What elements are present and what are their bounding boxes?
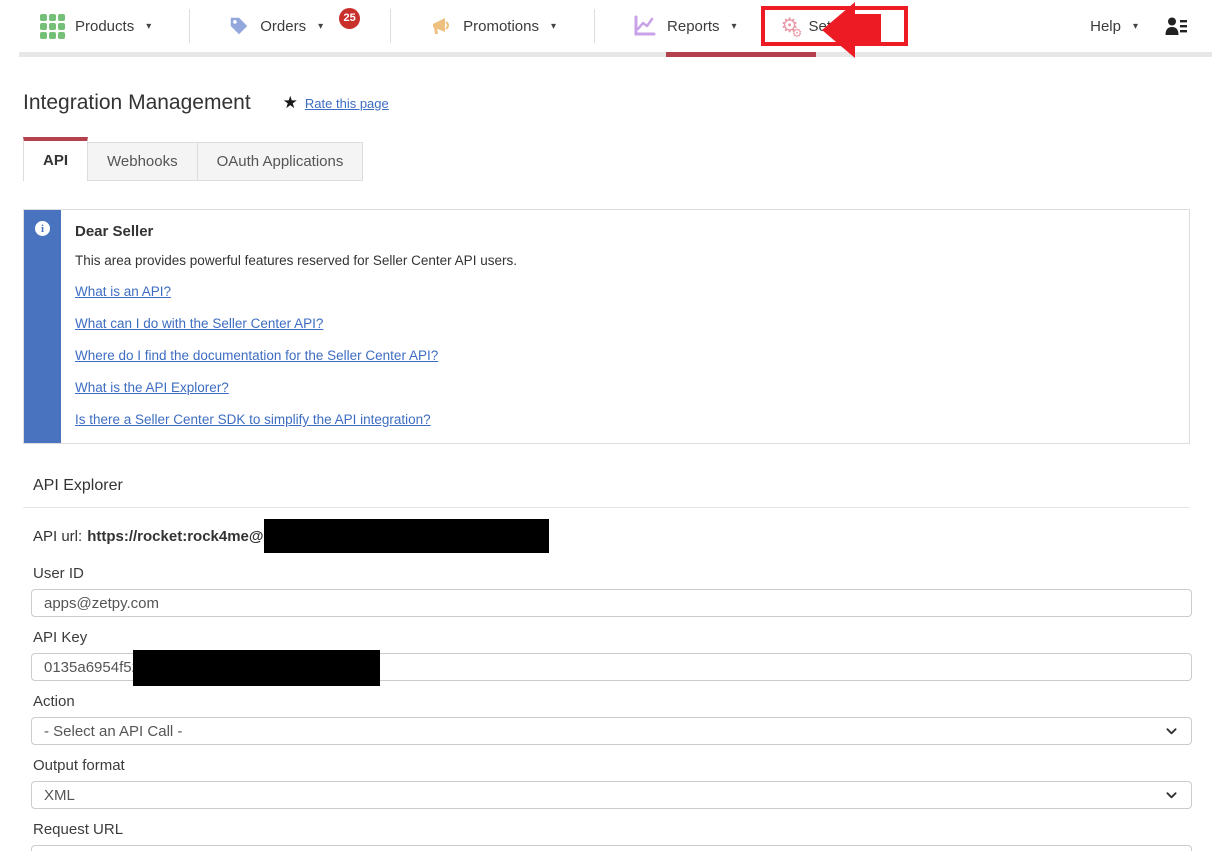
request-url-label: Request URL	[33, 821, 124, 838]
orders-count-badge: 25	[339, 7, 361, 29]
star-icon: ★	[282, 93, 298, 112]
nav-item-orders[interactable]: Orders ▾ 25	[228, 7, 361, 37]
user-id-input[interactable]	[31, 589, 1192, 617]
link-what-is-an-api[interactable]: What is an API?	[75, 284, 1169, 299]
nav-divider	[594, 9, 596, 43]
chevron-down-icon: ▾	[318, 20, 324, 32]
nav-reports-label: Reports	[667, 17, 720, 35]
user-id-label: User ID	[33, 565, 84, 582]
api-key-wrap	[23, 650, 1192, 686]
nav-promotions-label: Promotions	[463, 17, 539, 35]
reports-chart-icon	[633, 15, 657, 37]
nav-orders-label: Orders	[260, 17, 307, 35]
api-url-label: API url:	[33, 527, 83, 545]
link-what-is-api-explorer[interactable]: What is the API Explorer?	[75, 380, 1169, 395]
info-heading: Dear Seller	[75, 223, 154, 240]
orders-tag-icon	[228, 15, 250, 37]
settings-active-underline	[666, 52, 816, 57]
output-format-label: Output format	[33, 757, 125, 774]
chevron-down-icon: ▾	[731, 20, 737, 32]
navbar-bottom-border	[19, 52, 1212, 57]
info-box-blue-strip: i	[24, 210, 61, 443]
chevron-down-icon: ▾	[146, 20, 152, 32]
tab-bar: API Webhooks OAuth Applications	[23, 137, 1190, 181]
page-title: Integration Management	[23, 91, 251, 114]
nav-divider	[189, 9, 191, 43]
request-url-textarea[interactable]	[31, 845, 1192, 851]
api-url-value: https://rocket:rock4me@	[87, 527, 264, 545]
nav-divider	[390, 9, 392, 43]
page-header: Integration Management ★ Rate this page	[23, 91, 1190, 115]
nav-item-help[interactable]: Help ▾	[1090, 18, 1138, 35]
action-selected-value: - Select an API Call -	[44, 722, 183, 740]
products-grid-icon	[40, 13, 65, 39]
nav-item-reports[interactable]: Reports ▾	[633, 15, 737, 37]
settings-gear-icon: ⚙ ⚙	[780, 15, 803, 40]
section-divider	[23, 507, 1190, 508]
rate-this-page-link[interactable]: Rate this page	[305, 96, 389, 111]
output-format-select[interactable]: XML	[31, 781, 1192, 809]
nav-item-products[interactable]: Products ▾	[40, 13, 152, 39]
tab-api[interactable]: API	[23, 137, 89, 181]
promotions-megaphone-icon	[429, 14, 453, 38]
top-navbar: Products ▾ Orders ▾ 25 Promotions ▾ Repo…	[0, 0, 1212, 52]
link-what-can-i-do[interactable]: What can I do with the Seller Center API…	[75, 316, 1169, 331]
tab-oauth-applications[interactable]: OAuth Applications	[197, 142, 364, 181]
info-description: This area provides powerful features res…	[75, 253, 517, 268]
redaction-box	[133, 650, 380, 686]
info-icon: i	[35, 221, 50, 236]
api-explorer-heading: API Explorer	[33, 477, 123, 494]
chevron-down-icon	[1166, 726, 1177, 737]
output-format-selected-value: XML	[44, 786, 75, 804]
tab-webhooks[interactable]: Webhooks	[88, 142, 198, 181]
annotation-arrow-shaft	[853, 14, 881, 46]
seller-info-box: i Dear Seller This area provides powerfu…	[23, 209, 1190, 444]
account-user-icon[interactable]	[1164, 16, 1188, 36]
annotation-arrow-icon	[822, 2, 855, 58]
info-box-content: Dear Seller This area provides powerful …	[61, 210, 1189, 443]
link-where-documentation[interactable]: Where do I find the documentation for th…	[75, 348, 1169, 363]
nav-products-label: Products	[75, 17, 135, 35]
nav-item-promotions[interactable]: Promotions ▾	[429, 14, 556, 38]
action-label: Action	[33, 693, 75, 710]
api-key-label: API Key	[33, 629, 88, 646]
chevron-down-icon: ▾	[1132, 20, 1138, 32]
api-url-row: API url: https://rocket:rock4me@	[23, 519, 1190, 553]
action-select[interactable]: - Select an API Call -	[31, 717, 1192, 745]
chevron-down-icon: ▾	[550, 20, 557, 32]
main-content: Integration Management ★ Rate this page …	[0, 91, 1212, 851]
redaction-box	[263, 519, 549, 553]
nav-help-label: Help	[1090, 17, 1121, 35]
chevron-down-icon	[1166, 790, 1177, 801]
link-seller-center-sdk[interactable]: Is there a Seller Center SDK to simplify…	[75, 412, 1169, 427]
